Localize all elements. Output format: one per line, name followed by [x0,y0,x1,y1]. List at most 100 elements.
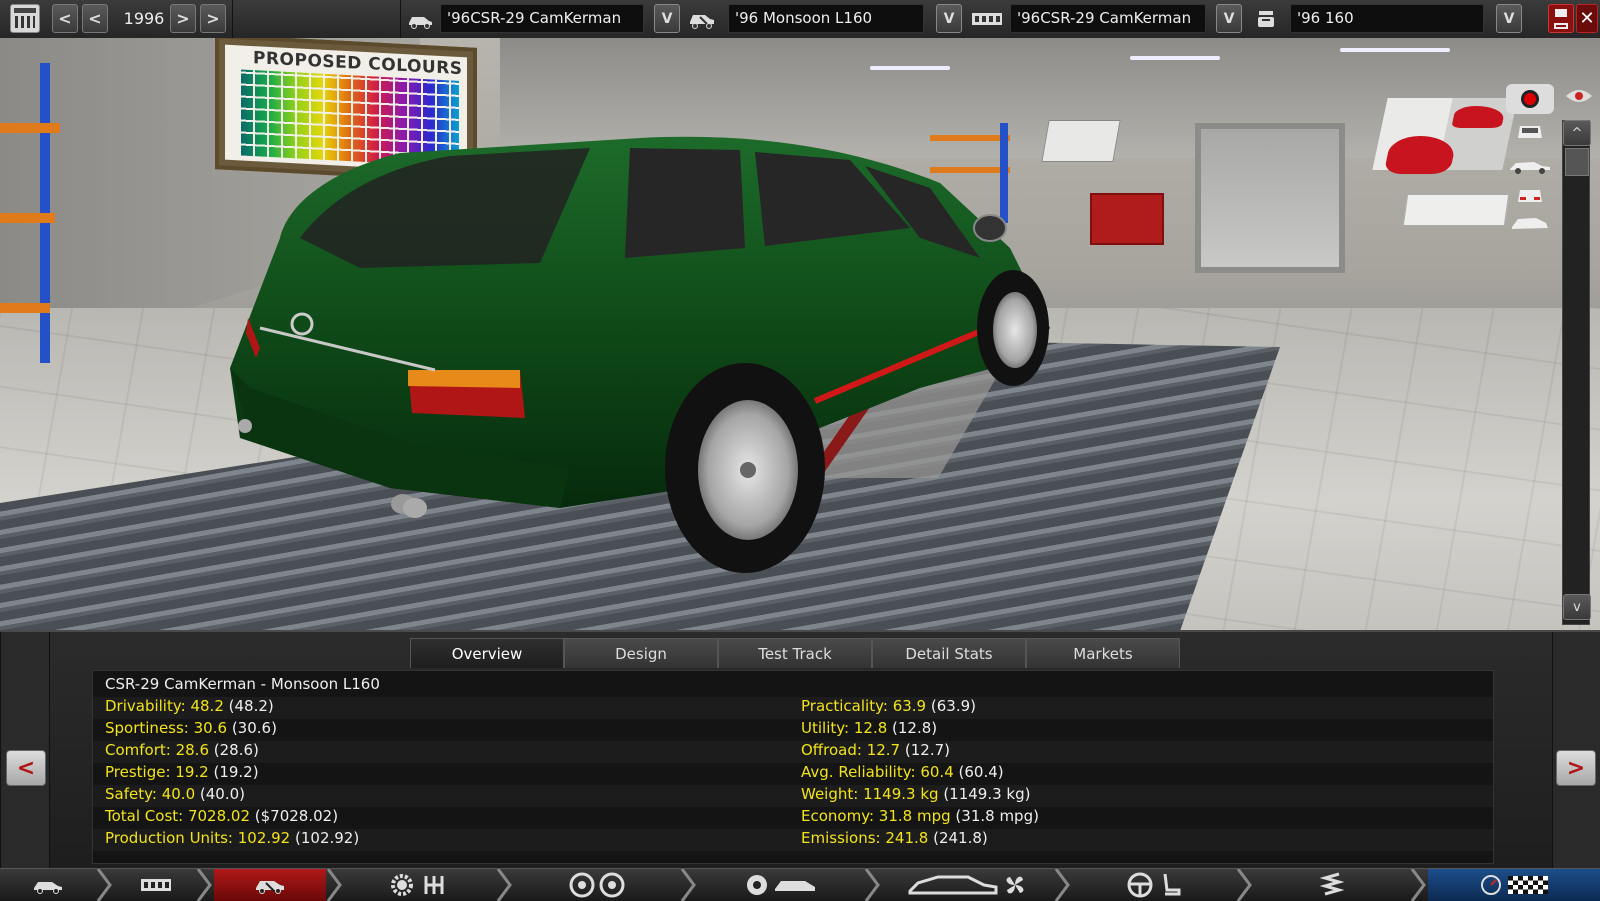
save-icon[interactable] [1548,4,1574,33]
steering-wheel-icon [1127,872,1153,898]
year-prev-fast-button[interactable]: < [52,4,78,33]
stats-row-band [93,741,1493,763]
panel-tabs: Overview Design Test Track Detail Stats … [410,638,1180,668]
safety-step[interactable] [1254,869,1410,901]
stat-value: (1149.3 kg) [943,785,1031,803]
stat-value: (12.8) [892,719,938,737]
info-panel: < > Overview Design Test Track Detail St… [0,630,1600,868]
zoom-slider-thumb[interactable] [1565,148,1589,176]
stat-label: Avg. Reliability: 60.4 [801,763,954,781]
engine-variant-dropdown-button[interactable]: V [1496,4,1522,33]
fan-icon [1006,876,1024,894]
year-next-button[interactable]: > [170,4,196,33]
zoom-scrollbar[interactable] [1562,120,1590,625]
stat-emissions: Emissions: 241.8 (241.8) [801,829,988,847]
stat-total-cost: Total Cost: 7028.02 ($7028.02) [105,807,338,825]
tab-design[interactable]: Design [564,638,718,668]
drivetrain-step[interactable] [344,869,496,901]
view-angle-icon[interactable] [1508,213,1552,233]
engine-variant-select[interactable]: '96 160 [1290,4,1484,33]
toolbar-divider [400,0,401,38]
tab-markets[interactable]: Markets [1026,638,1180,668]
stat-utility: Utility: 12.8 (12.8) [801,719,937,737]
car-model-3d[interactable] [220,88,1060,588]
stats-box: CSR-29 CamKerman - Monsoon L160 Drivabil… [92,670,1494,864]
trim-select[interactable]: '96 Monsoon L160 [728,4,924,33]
stat-label: Drivability: 48.2 [105,697,224,715]
spring-icon [1319,872,1345,896]
stat-label: Production Units: 102.92 [105,829,291,847]
tab-detail-stats[interactable]: Detail Stats [872,638,1026,668]
camera-icon[interactable] [1506,84,1554,114]
car-model-select[interactable]: '96CSR-29 CamKerman [440,4,644,33]
stat-label: Comfort: 28.6 [105,741,209,759]
nav-chevron [326,869,342,901]
nav-chevron [680,869,696,901]
trim-car-icon [256,881,284,894]
stat-production-units: Production Units: 102.92 (102.92) [105,829,359,847]
interior-step[interactable] [1072,869,1236,901]
car-viewport[interactable]: PROPOSED COLOURS ^ v [0,38,1600,630]
tires-step[interactable] [698,869,864,901]
engine-family-select[interactable]: '96CSR-29 CamKerman [1010,4,1206,33]
zoom-out-button[interactable]: v [1563,594,1591,620]
year-prev-button[interactable]: < [82,4,108,33]
testing-step[interactable] [1428,869,1600,901]
stat-comfort: Comfort: 28.6 (28.6) [105,741,259,759]
engine-variant-icon [1252,4,1280,33]
engine-step[interactable] [112,869,200,901]
ceiling-light [870,66,950,70]
stat-label: Prestige: 19.2 [105,763,209,781]
reference-board [1372,98,1518,170]
trim-step[interactable] [214,869,326,901]
engine-family-dropdown-button[interactable]: V [1216,4,1242,33]
year-next-fast-button[interactable]: > [200,4,226,33]
stat-label: Safety: 40.0 [105,785,196,803]
panel-next-button[interactable]: > [1556,750,1596,786]
car-model-icon [34,882,62,894]
tab-test-track[interactable]: Test Track [718,638,872,668]
eye-icon[interactable] [1564,86,1594,106]
toolbar-divider [232,0,233,38]
tool-cabinet [1090,193,1164,245]
stat-value: (40.0) [199,785,246,803]
panel-prev-button[interactable]: < [6,750,46,786]
stat-value: (102.92) [295,829,360,847]
trim-dropdown-button[interactable]: V [936,4,962,33]
view-front-icon[interactable] [1508,120,1552,140]
stat-label: Utility: 12.8 [801,719,888,737]
zoom-in-button[interactable]: ^ [1563,120,1591,146]
year-display: 1996 [123,9,165,28]
view-rear-icon[interactable] [1508,184,1552,204]
speedometer-icon [1481,875,1501,895]
stat-value: (19.2) [213,763,259,781]
view-side-icon[interactable] [1508,154,1552,174]
nav-chevron [496,869,512,901]
garage-door [1195,123,1345,273]
stat-reliability: Avg. Reliability: 60.4 (60.4) [801,763,1004,781]
tire-icon [747,875,767,895]
stat-label: Economy: 31.8 mpg [801,807,951,825]
body-icon [775,881,815,891]
suspension-step[interactable] [514,869,680,901]
close-button[interactable]: ✕ [1576,4,1598,33]
stats-row-band [93,697,1493,719]
ceiling-light [1340,48,1450,52]
aero-step[interactable] [882,869,1054,901]
wheel-icon [569,872,595,898]
car-model-step[interactable] [0,869,96,901]
stat-value: (60.4) [958,763,1004,781]
ceiling-light [1130,56,1220,60]
stat-value: ($7028.02) [254,807,339,825]
checkered-flag-icon [1508,876,1548,894]
seat-icon [1163,873,1181,896]
stat-label: Offroad: 12.7 [801,741,901,759]
stat-label: Sportiness: 30.6 [105,719,228,737]
tab-overview[interactable]: Overview [410,638,564,668]
stat-value: (30.6) [231,719,277,737]
nav-chevron [864,869,880,901]
car-model-dropdown-button[interactable]: V [654,4,680,33]
calendar-icon[interactable] [10,4,40,33]
engine-block-icon [141,879,171,891]
wheel-icon [599,872,625,898]
